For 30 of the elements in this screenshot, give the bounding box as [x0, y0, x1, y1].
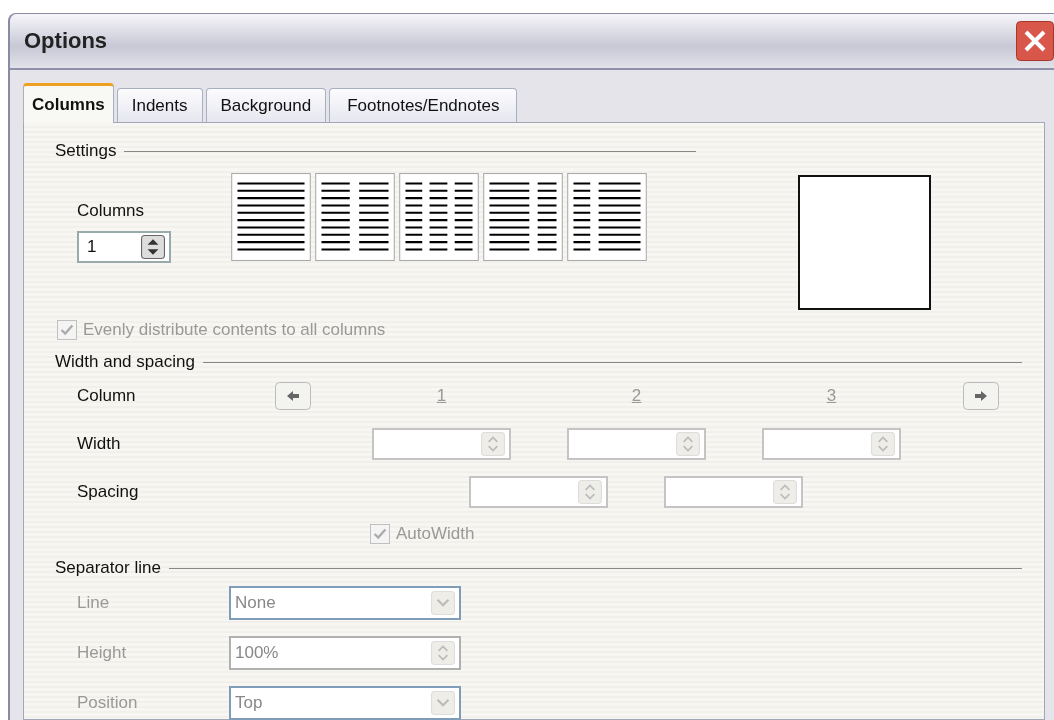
section-heading: Separator line [55, 558, 161, 578]
tab[interactable]: Indents [116, 88, 203, 122]
column-layout-button[interactable] [231, 173, 311, 261]
width-label: Width [77, 434, 122, 454]
column-layout-button[interactable] [399, 173, 479, 261]
column-number: 1 [436, 386, 447, 405]
columns-label: Columns [77, 201, 146, 221]
tab[interactable]: Columns [23, 83, 114, 123]
column-number: 3 [826, 386, 837, 405]
column-label: Column [77, 386, 137, 406]
column-layout-button[interactable] [483, 173, 563, 261]
field-label: Position [77, 693, 139, 713]
tab[interactable]: Footnotes/Endnotes [329, 88, 518, 122]
checkbox-label: AutoWidth [396, 524, 475, 544]
chevron-down-icon[interactable] [431, 691, 455, 715]
columns-spin-field[interactable]: 1 [77, 231, 171, 263]
column-layout-button[interactable] [315, 173, 395, 261]
field-label: Height [77, 643, 128, 663]
spacing-label: Spacing [77, 482, 140, 502]
field-label: Line [77, 593, 111, 613]
window-title: Options [24, 28, 108, 54]
checkbox-label: Evenly distribute contents to all columns [83, 320, 386, 340]
section-heading: Width and spacing [55, 352, 195, 372]
column-layout-button[interactable] [567, 173, 647, 261]
column-number: 2 [631, 386, 642, 405]
tab[interactable]: Background [205, 88, 327, 122]
spin-arrows-icon[interactable] [141, 235, 165, 259]
close-icon[interactable] [1016, 21, 1054, 61]
section-heading: Settings [55, 141, 117, 161]
chevron-down-icon[interactable] [431, 591, 455, 615]
